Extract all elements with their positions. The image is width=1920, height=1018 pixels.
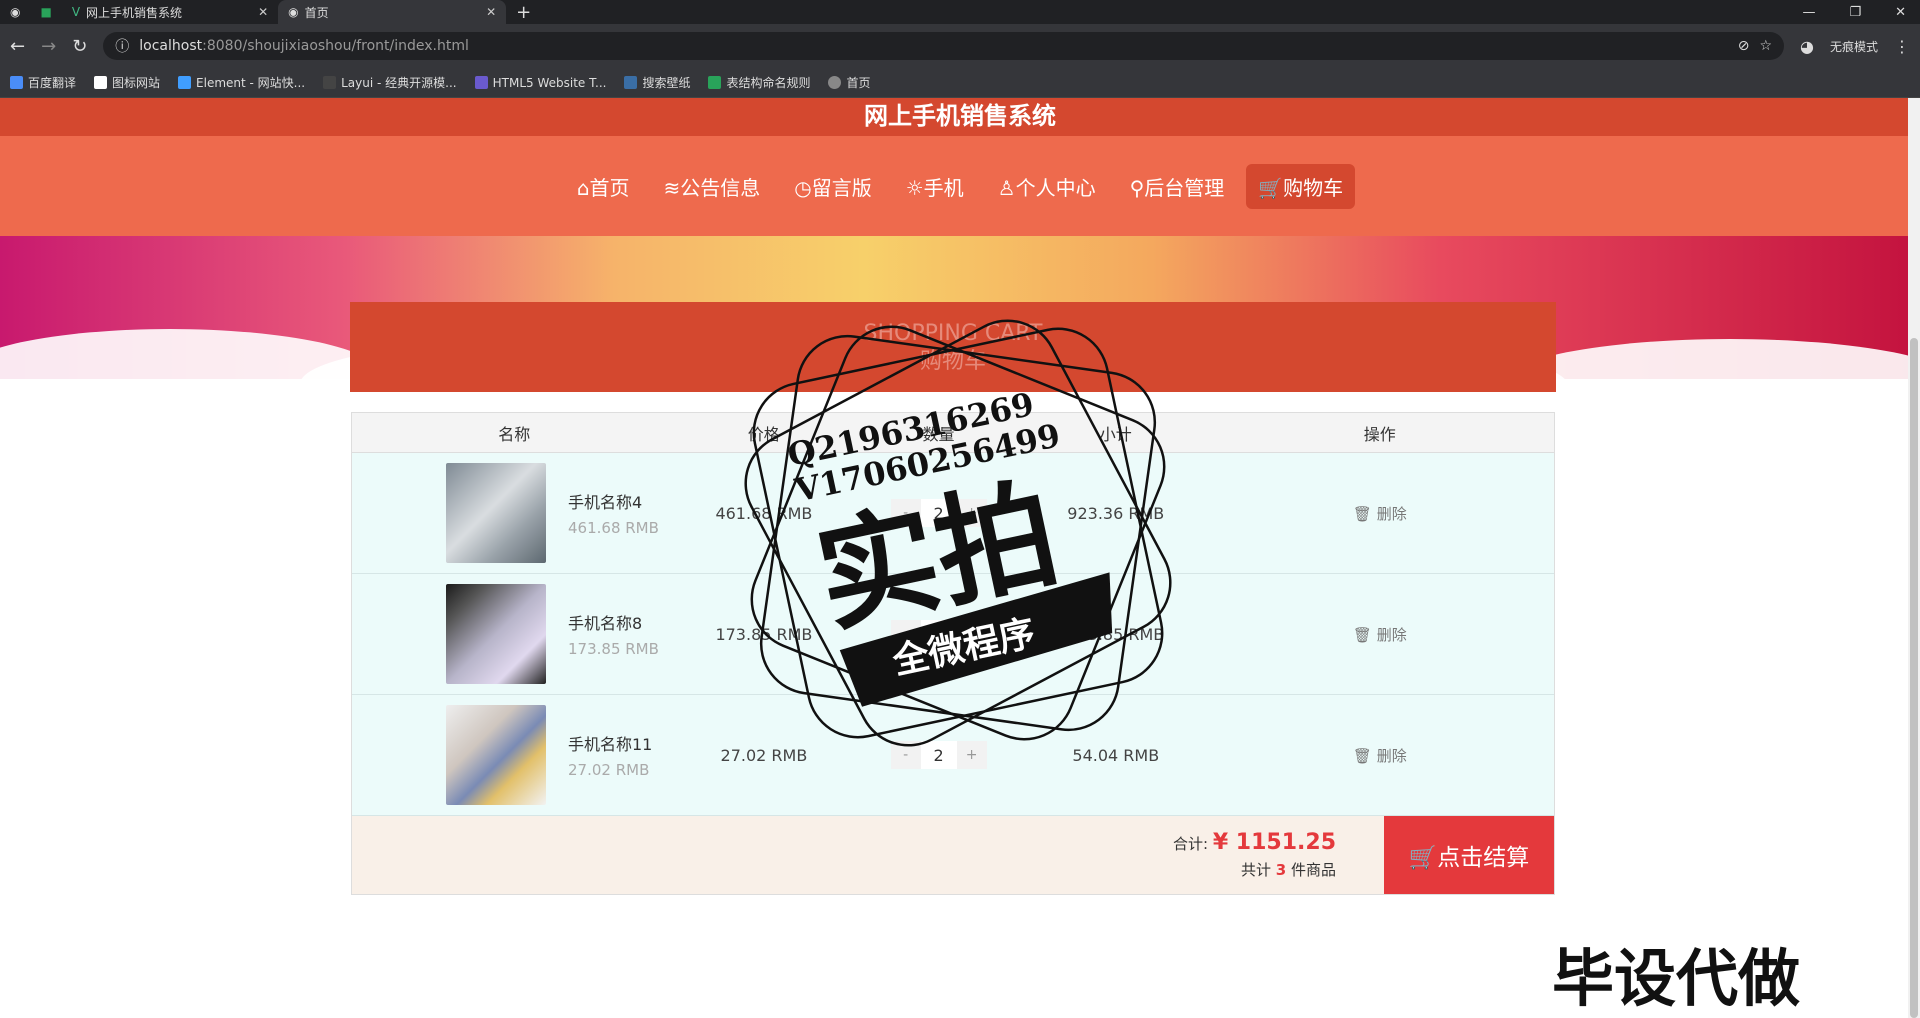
globe-icon: ◉ bbox=[288, 5, 299, 19]
product-name[interactable]: 手机名称11 bbox=[568, 731, 652, 755]
url-input[interactable]: ⓘ localhost:8080/shoujixiaoshou/front/in… bbox=[103, 32, 1785, 60]
total-amount: ¥ 1151.25 bbox=[1212, 830, 1336, 855]
scrollbar-thumb[interactable] bbox=[1910, 338, 1918, 1018]
flag-icon bbox=[94, 76, 108, 89]
product-name[interactable]: 手机名称4 bbox=[568, 489, 659, 513]
bookmark[interactable]: 图标网站 bbox=[94, 74, 160, 91]
wallpaper-icon bbox=[624, 76, 638, 89]
watermark-text: 毕设代做 bbox=[1552, 942, 1801, 1015]
product-image[interactable] bbox=[446, 584, 546, 684]
product-unit-price: 27.02 RMB bbox=[568, 761, 650, 779]
bookmark[interactable]: 百度翻译 bbox=[10, 74, 76, 91]
reload-icon[interactable]: ↻ bbox=[72, 36, 87, 57]
delete-label: 删除 bbox=[1376, 625, 1407, 644]
globe-icon bbox=[828, 76, 842, 89]
window-controls: — ❐ ✕ bbox=[1802, 0, 1920, 24]
delete-label: 删除 bbox=[1376, 504, 1407, 523]
tab-title: 首页 bbox=[304, 5, 329, 20]
count-prefix: 共计 bbox=[1240, 861, 1271, 879]
url-path: :8080/shoujixiaoshou/front/index.html bbox=[202, 38, 469, 54]
info-icon: ⓘ bbox=[115, 39, 130, 55]
nav-home[interactable]: ⌂首页 bbox=[565, 164, 642, 209]
delete-button[interactable]: 🗑 删除 bbox=[1353, 747, 1407, 765]
back-icon[interactable]: ← bbox=[10, 36, 25, 57]
bookmark-label: 表结构命名规则 bbox=[726, 76, 811, 90]
forward-icon[interactable]: → bbox=[41, 36, 56, 57]
nav-notice[interactable]: ≋公告信息 bbox=[652, 164, 773, 209]
header-name: 名称 bbox=[498, 424, 531, 444]
item-count: 3 bbox=[1275, 861, 1287, 879]
bookmark[interactable]: 首页 bbox=[828, 74, 871, 91]
nav-user-center[interactable]: ♙个人中心 bbox=[986, 164, 1108, 209]
product-image[interactable] bbox=[446, 705, 546, 805]
site-title: 网上手机销售系统 bbox=[0, 98, 1920, 136]
nav-admin[interactable]: ⚲后台管理 bbox=[1118, 164, 1237, 209]
address-bar-row: ← → ↻ ⓘ localhost:8080/shoujixiaoshou/fr… bbox=[0, 24, 1920, 68]
bookmark-label: 图标网站 bbox=[112, 76, 161, 90]
bookmark[interactable]: Layui - 经典开源模... bbox=[323, 74, 457, 91]
close-tab-icon[interactable]: ✕ bbox=[258, 5, 268, 19]
bookmark[interactable]: Element - 网站快... bbox=[178, 74, 305, 91]
eye-off-icon[interactable]: ⊘ bbox=[1738, 38, 1750, 54]
more-icon[interactable]: ⋮ bbox=[1894, 37, 1910, 56]
pinned-tab[interactable]: ■ bbox=[30, 0, 61, 24]
product-unit-price: 173.85 RMB bbox=[568, 640, 659, 658]
nav-phones[interactable]: ☼手机 bbox=[894, 164, 976, 209]
bookmark-label: 首页 bbox=[846, 76, 871, 90]
watermark-stamp: Q2196316269 V17060256499 实拍 全微程序 bbox=[744, 319, 1172, 747]
main-nav: ⌂首页 ≋公告信息 ◷留言版 ☼手机 ♙个人中心 ⚲后台管理 🛒购物车 bbox=[0, 136, 1920, 236]
incognito-icon: ◕ bbox=[1800, 36, 1814, 56]
total-label: 合计: bbox=[1172, 835, 1209, 853]
trash-icon: 🗑 bbox=[1352, 746, 1372, 765]
tab-home[interactable]: ◉ 首页 ✕ bbox=[278, 0, 507, 24]
tab-system[interactable]: V 网上手机销售系统 ✕ bbox=[62, 0, 278, 24]
product-name[interactable]: 手机名称8 bbox=[568, 610, 659, 634]
checkout-button[interactable]: 🛒点击结算 bbox=[1384, 816, 1554, 894]
close-tab-icon[interactable]: ✕ bbox=[486, 5, 496, 19]
delete-label: 删除 bbox=[1376, 746, 1407, 765]
bookmark-label: HTML5 Website T... bbox=[492, 75, 607, 90]
browser-tab-strip: ◉ ■ V 网上手机销售系统 ✕ ◉ 首页 ✕ + — ❐ ✕ bbox=[0, 0, 1920, 24]
product-image[interactable] bbox=[446, 463, 546, 563]
bookmark-label: Layui - 经典开源模... bbox=[341, 76, 457, 90]
restore-icon[interactable]: ❐ bbox=[1849, 5, 1861, 20]
minimize-icon[interactable]: — bbox=[1802, 5, 1815, 20]
chrome-menu-icon[interactable]: ◉ bbox=[0, 0, 30, 24]
close-window-icon[interactable]: ✕ bbox=[1895, 5, 1906, 20]
layui-icon bbox=[323, 76, 337, 89]
header-actions: 操作 bbox=[1363, 424, 1396, 444]
html5-icon bbox=[474, 76, 488, 89]
sheet-icon bbox=[708, 76, 722, 89]
profile-label[interactable]: 无痕模式 bbox=[1830, 38, 1878, 55]
bookmarks-bar: 百度翻译 图标网站 Element - 网站快... Layui - 经典开源模… bbox=[0, 68, 1920, 98]
element-icon bbox=[178, 76, 192, 89]
bookmark[interactable]: HTML5 Website T... bbox=[474, 75, 607, 90]
bookmark-icon bbox=[10, 76, 23, 89]
delete-button[interactable]: 🗑 删除 bbox=[1353, 626, 1407, 644]
bookmark-label: 百度翻译 bbox=[28, 76, 77, 90]
trash-icon: 🗑 bbox=[1352, 625, 1372, 644]
url-host: localhost bbox=[139, 38, 203, 54]
tab-title: 网上手机销售系统 bbox=[86, 5, 183, 20]
vue-icon: V bbox=[71, 5, 81, 19]
delete-button[interactable]: 🗑 删除 bbox=[1353, 505, 1407, 523]
scrollbar[interactable] bbox=[1908, 98, 1920, 1018]
bookmark[interactable]: 搜索壁纸 bbox=[624, 74, 690, 91]
bookmark-label: Element - 网站快... bbox=[196, 76, 306, 90]
star-icon[interactable]: ☆ bbox=[1759, 38, 1772, 54]
cart-summary: 合计: ¥ 1151.25 共计 3 件商品 🛒点击结算 bbox=[352, 816, 1554, 894]
count-suffix: 件商品 bbox=[1290, 861, 1336, 879]
trash-icon: 🗑 bbox=[1352, 504, 1372, 523]
product-unit-price: 461.68 RMB bbox=[568, 519, 659, 537]
tab-favicon: ■ bbox=[40, 5, 52, 19]
bookmark[interactable]: 表结构命名规则 bbox=[708, 74, 810, 91]
nav-message-board[interactable]: ◷留言版 bbox=[782, 164, 883, 209]
bookmark-label: 搜索壁纸 bbox=[642, 76, 691, 90]
new-tab-button[interactable]: + bbox=[506, 0, 541, 24]
nav-cart[interactable]: 🛒购物车 bbox=[1246, 163, 1356, 209]
